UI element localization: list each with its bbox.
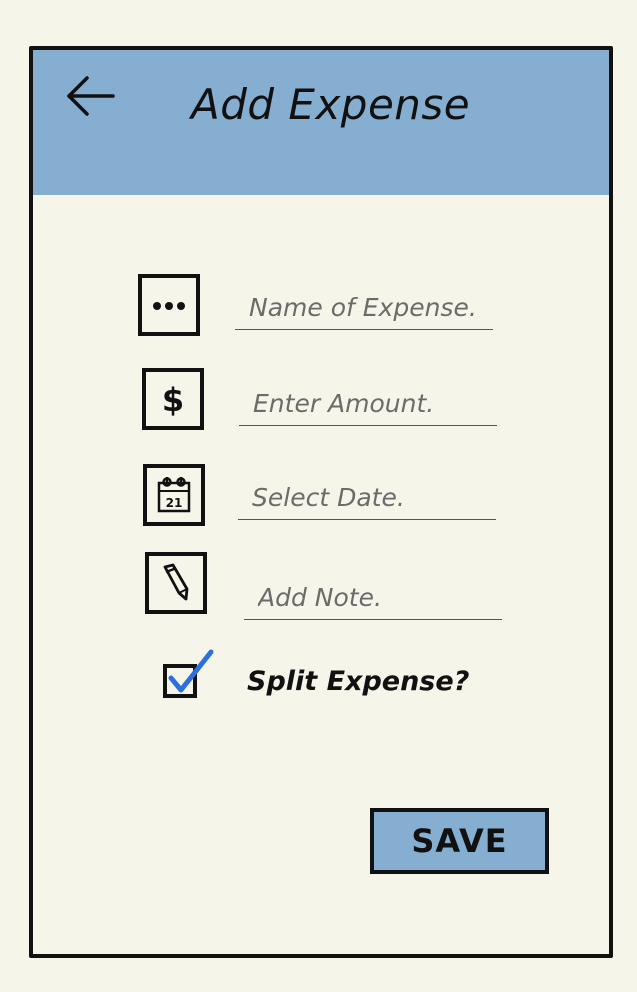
arrow-left-icon	[67, 76, 115, 116]
split-expense-row: Split Expense?	[159, 649, 559, 710]
expense-name-input[interactable]	[235, 286, 493, 330]
calendar-day-text: 21	[166, 496, 183, 510]
note-row	[33, 550, 609, 620]
split-expense-label: Split Expense?	[247, 666, 470, 697]
back-button[interactable]	[63, 72, 119, 120]
dollar-icon: $	[142, 368, 204, 430]
expense-name-row	[33, 272, 609, 342]
amount-row: $	[33, 368, 609, 438]
save-button[interactable]: SAVE	[370, 808, 549, 874]
note-input[interactable]	[244, 576, 502, 620]
header-bar: Add Expense	[33, 50, 609, 195]
pencil-icon	[145, 552, 207, 614]
app-screen: Add Expense $	[29, 46, 613, 958]
page-title: Add Expense	[191, 80, 471, 129]
split-expense-checkbox[interactable]	[163, 664, 197, 698]
svg-text:$: $	[162, 381, 184, 419]
amount-input[interactable]	[239, 382, 497, 426]
date-input[interactable]	[238, 476, 496, 520]
calendar-icon: 21	[143, 464, 205, 526]
more-dots-icon	[138, 274, 200, 336]
date-row: 21	[33, 462, 609, 532]
